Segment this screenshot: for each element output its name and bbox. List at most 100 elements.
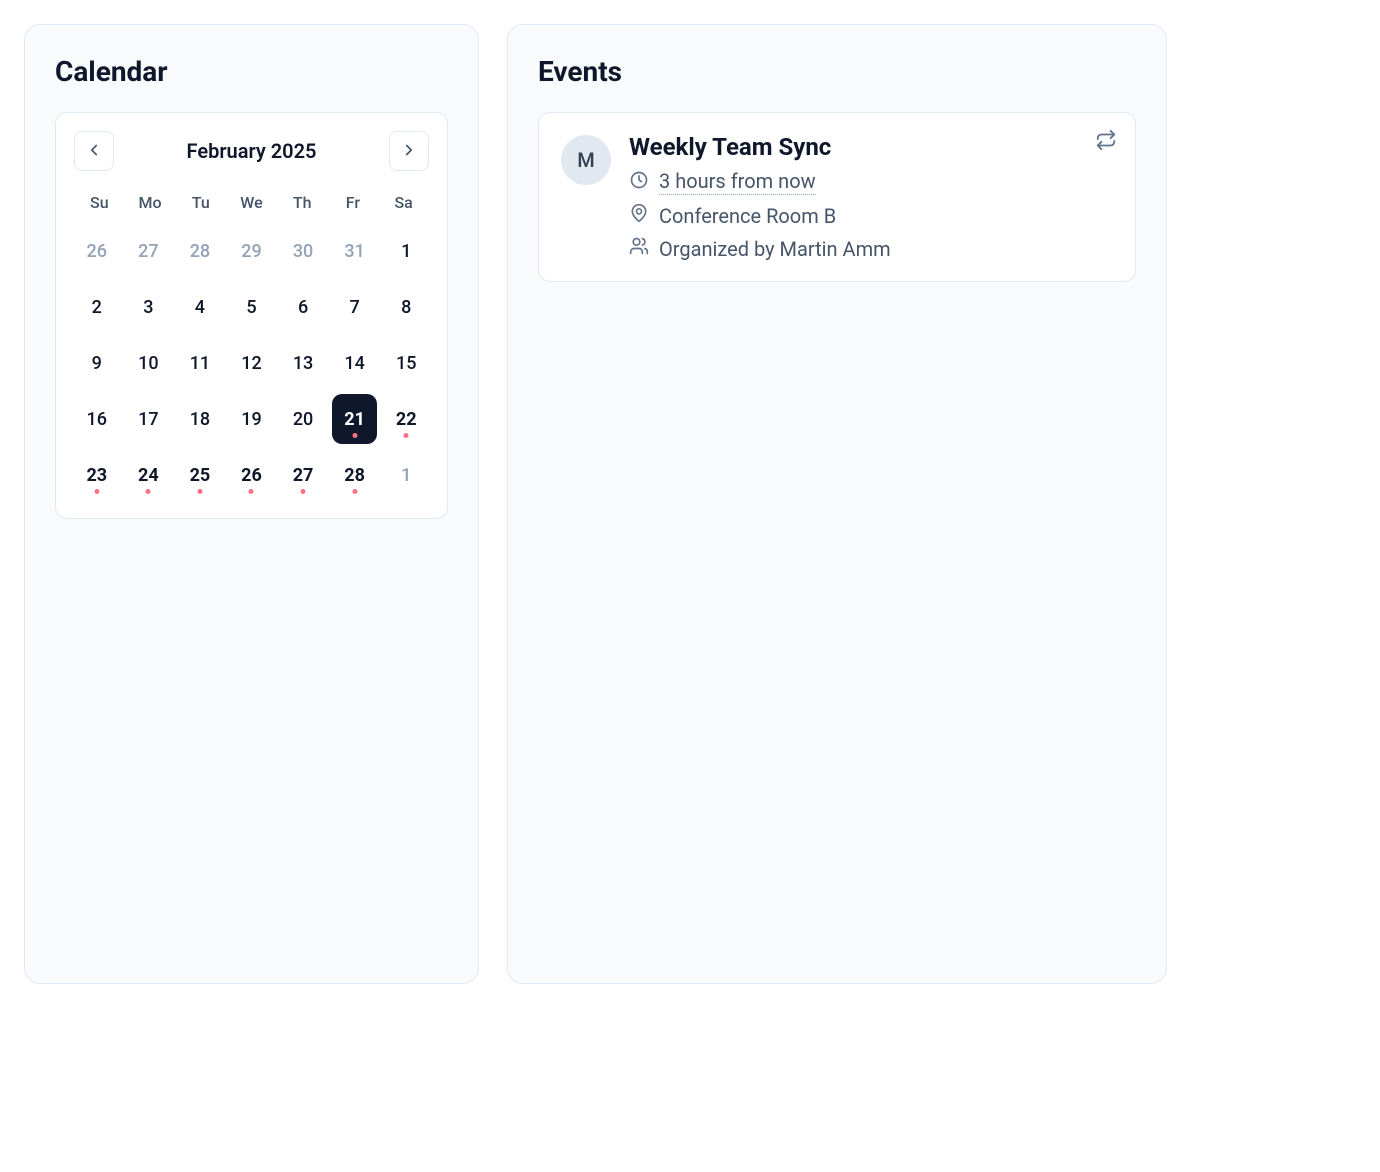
day-cell[interactable]: 15	[383, 338, 429, 388]
repeat-icon	[1095, 129, 1117, 155]
day-cell[interactable]: 17	[126, 394, 172, 444]
day-number: 16	[87, 409, 107, 430]
day-cell[interactable]: 19	[229, 394, 275, 444]
prev-month-button[interactable]	[74, 131, 114, 171]
day-cell[interactable]: 1	[383, 450, 429, 500]
day-cell[interactable]: 12	[229, 338, 275, 388]
day-cell[interactable]: 26	[74, 226, 120, 276]
day-number: 9	[92, 353, 102, 374]
day-number: 27	[138, 241, 158, 262]
day-cell[interactable]: 24	[126, 450, 172, 500]
weekday-label: Mo	[125, 185, 176, 220]
event-indicator-dot	[404, 433, 409, 438]
event-time: 3 hours from now	[659, 169, 816, 195]
event-indicator-dot	[94, 489, 99, 494]
event-time-row: 3 hours from now	[629, 169, 1113, 195]
day-number: 10	[138, 353, 158, 374]
day-number: 24	[138, 465, 159, 486]
day-cell[interactable]: 31	[332, 226, 378, 276]
chevron-right-icon	[400, 141, 418, 162]
weekday-label: Fr	[328, 185, 379, 220]
calendar-title: Calendar	[55, 55, 448, 88]
events-panel: Events MWeekly Team Sync3 hours from now…	[507, 24, 1167, 984]
day-number: 6	[298, 297, 308, 318]
day-cell[interactable]: 16	[74, 394, 120, 444]
event-indicator-dot	[197, 489, 202, 494]
day-cell[interactable]: 1	[383, 226, 429, 276]
event-location-row: Conference Room B	[629, 203, 1113, 228]
event-title: Weekly Team Sync	[629, 133, 1113, 161]
day-cell[interactable]: 27	[126, 226, 172, 276]
day-cell[interactable]: 27	[280, 450, 326, 500]
calendar-header: February 2025	[74, 131, 429, 171]
event-organizer-row: Organized by Martin Amm	[629, 236, 1113, 261]
day-cell[interactable]: 29	[229, 226, 275, 276]
day-number: 13	[293, 353, 313, 374]
day-number: 3	[143, 297, 153, 318]
day-number: 8	[401, 297, 411, 318]
day-number: 23	[86, 465, 107, 486]
day-number: 4	[195, 297, 205, 318]
chevron-left-icon	[85, 141, 103, 162]
day-number: 28	[190, 241, 210, 262]
calendar-panel: Calendar February 2025 SuMoTuWeThFrSa 26…	[24, 24, 479, 984]
day-cell[interactable]: 28	[177, 226, 223, 276]
clock-icon	[629, 170, 649, 195]
users-icon	[629, 236, 649, 261]
weekday-label: Sa	[378, 185, 429, 220]
day-number: 19	[241, 409, 261, 430]
organizer-avatar: M	[561, 135, 611, 185]
day-number: 28	[344, 465, 365, 486]
day-cell[interactable]: 10	[126, 338, 172, 388]
day-cell[interactable]: 6	[280, 282, 326, 332]
map-pin-icon	[629, 203, 649, 228]
day-cell[interactable]: 2	[74, 282, 120, 332]
event-indicator-dot	[146, 489, 151, 494]
day-cell[interactable]: 14	[332, 338, 378, 388]
next-month-button[interactable]	[389, 131, 429, 171]
event-location: Conference Room B	[659, 204, 836, 228]
weekday-label: Tu	[175, 185, 226, 220]
day-cell[interactable]: 5	[229, 282, 275, 332]
day-cell[interactable]: 23	[74, 450, 120, 500]
events-list: M Weekly Team Sync 3 hours from now Confere…	[538, 112, 1136, 282]
day-number: 18	[190, 409, 210, 430]
weekdays-row: SuMoTuWeThFrSa	[74, 185, 429, 220]
day-cell[interactable]: 8	[383, 282, 429, 332]
day-cell[interactable]: 13	[280, 338, 326, 388]
day-number: 22	[396, 409, 417, 430]
day-number: 17	[138, 409, 158, 430]
day-cell[interactable]: 9	[74, 338, 120, 388]
day-cell[interactable]: 25	[177, 450, 223, 500]
day-cell[interactable]: 26	[229, 450, 275, 500]
day-number: 1	[401, 465, 411, 486]
day-number: 30	[293, 241, 313, 262]
day-cell[interactable]: 11	[177, 338, 223, 388]
event-indicator-dot	[249, 489, 254, 494]
day-number: 2	[92, 297, 102, 318]
day-number: 31	[344, 241, 364, 262]
day-number: 21	[344, 409, 365, 430]
event-card[interactable]: M Weekly Team Sync 3 hours from now Confere…	[538, 112, 1136, 282]
day-number: 29	[241, 241, 261, 262]
event-indicator-dot	[352, 433, 357, 438]
day-cell[interactable]: 30	[280, 226, 326, 276]
day-cell[interactable]: 22	[383, 394, 429, 444]
days-grid: 2627282930311234567891011121314151617181…	[74, 226, 429, 500]
weekday-label: Th	[277, 185, 328, 220]
day-cell[interactable]: 7	[332, 282, 378, 332]
day-cell[interactable]: 20	[280, 394, 326, 444]
weekday-label: We	[226, 185, 277, 220]
event-indicator-dot	[301, 489, 306, 494]
day-cell[interactable]: 3	[126, 282, 172, 332]
day-cell[interactable]: 4	[177, 282, 223, 332]
day-number: 27	[293, 465, 314, 486]
day-number: 7	[350, 297, 360, 318]
calendar-card: February 2025 SuMoTuWeThFrSa 26272829303…	[55, 112, 448, 519]
day-cell[interactable]: 18	[177, 394, 223, 444]
day-number: 26	[87, 241, 107, 262]
day-cell[interactable]: 21	[332, 394, 378, 444]
event-indicator-dot	[352, 489, 357, 494]
day-number: 15	[396, 353, 416, 374]
day-cell[interactable]: 28	[332, 450, 378, 500]
